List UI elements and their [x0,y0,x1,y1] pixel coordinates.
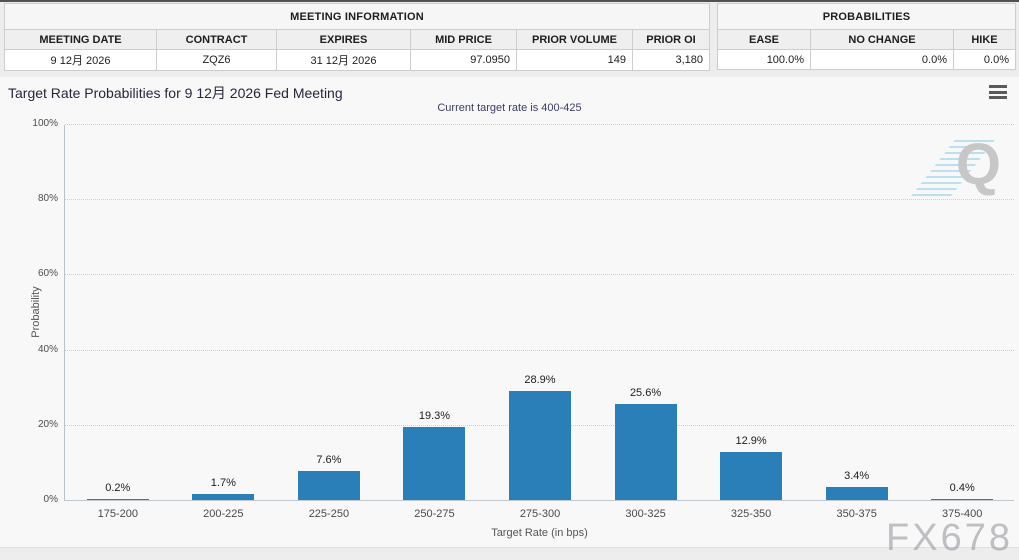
probability-bar-350-375[interactable] [826,487,888,500]
x-axis-tick-label: 175-200 [66,508,170,520]
probability-bar-175-200[interactable] [87,499,149,500]
probabilities-table: PROBABILITIES EASE NO CHANGE HIKE 100.0%… [717,3,1016,70]
col-no-change: NO CHANGE [811,30,954,50]
x-axis-tick-label: 325-350 [699,508,803,520]
col-mid-price: MID PRICE [411,30,517,50]
col-meeting-date: MEETING DATE [5,30,157,50]
x-axis-tick-label: 225-250 [277,508,381,520]
hamburger-icon [989,96,1007,99]
col-contract: CONTRACT [157,30,277,50]
col-hike: HIKE [954,30,1016,50]
plot-area: Probability Target Rate (in bps) 0%20%40… [64,125,1014,501]
probabilities-title: PROBABILITIES [718,4,1016,30]
bar-value-label: 12.9% [711,435,791,447]
no-change-value: 0.0% [811,50,954,70]
probability-bar-375-400[interactable] [931,499,993,501]
y-gridline [65,350,1014,351]
prior-oi-value: 3,180 [633,50,710,71]
bar-value-label: 28.9% [500,374,580,386]
bar-value-label: 3.4% [817,470,897,482]
bar-value-label: 0.2% [78,482,158,494]
meeting-information-title: MEETING INFORMATION [5,4,710,30]
probability-bar-275-300[interactable] [509,391,571,500]
probability-bar-325-350[interactable] [720,452,782,501]
mid-price-value: 97.0950 [411,50,517,71]
bar-value-label: 7.6% [289,454,369,466]
target-rate-chart-panel: Target Rate Probabilities for 9 12月 2026… [0,77,1019,548]
hamburger-icon [989,85,1007,88]
col-prior-oi: PRIOR OI [633,30,710,50]
y-axis-tick-label: 60% [14,268,58,280]
y-gridline [65,274,1014,275]
probability-bar-225-250[interactable] [298,471,360,500]
x-axis-tick-label: 300-325 [594,508,698,520]
hike-value: 0.0% [954,50,1016,70]
y-axis-tick-label: 0% [14,494,58,506]
probability-bar-300-325[interactable] [615,404,677,500]
chart-context-menu-button[interactable] [989,85,1007,99]
bar-value-label: 0.4% [922,482,1002,494]
x-axis-tick-label: 350-375 [805,508,909,520]
y-axis-tick-label: 80% [14,193,58,205]
expires-value: 31 12月 2026 [277,50,411,71]
ease-value: 100.0% [718,50,811,70]
meeting-date-value: 9 12月 2026 [5,50,157,71]
y-axis-tick-label: 20% [14,419,58,431]
meeting-information-table: MEETING INFORMATION MEETING DATE CONTRAC… [4,3,710,71]
chart-title: Target Rate Probabilities for 9 12月 2026… [8,83,343,103]
bar-value-label: 25.6% [606,387,686,399]
x-axis-title: Target Rate (in bps) [65,527,1014,539]
probability-bar-250-275[interactable] [403,427,465,500]
probability-bar-200-225[interactable] [192,494,254,500]
y-axis-tick-label: 40% [14,344,58,356]
x-axis-tick-label: 250-275 [382,508,486,520]
hamburger-icon [989,91,1007,94]
contract-value: ZQZ6 [157,50,277,71]
col-ease: EASE [718,30,811,50]
y-gridline [65,124,1014,125]
chart-subtitle: Current target rate is 400-425 [0,102,1019,114]
col-expires: EXPIRES [277,30,411,50]
window-top-border [0,0,1019,2]
prior-volume-value: 149 [517,50,633,71]
x-axis-tick-label: 375-400 [910,508,1014,520]
bar-value-label: 19.3% [394,410,474,422]
x-axis-tick-label: 200-225 [171,508,275,520]
meeting-information-row: 9 12月 2026 ZQZ6 31 12月 2026 97.0950 149 … [5,50,710,71]
x-axis-tick-label: 275-300 [488,508,592,520]
y-gridline [65,199,1014,200]
col-prior-volume: PRIOR VOLUME [517,30,633,50]
bar-value-label: 1.7% [183,477,263,489]
probabilities-row: 100.0% 0.0% 0.0% [718,50,1016,70]
y-axis-tick-label: 100% [14,118,58,130]
